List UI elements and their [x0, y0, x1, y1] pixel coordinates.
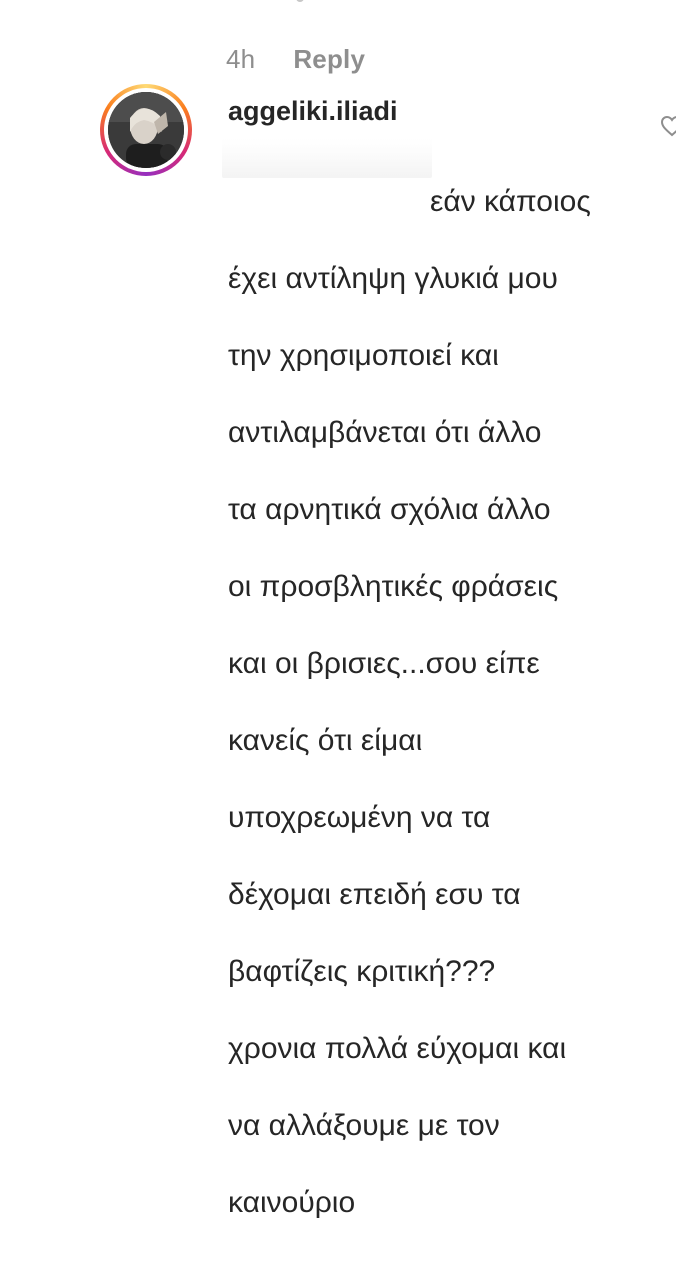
avatar-image	[108, 92, 184, 168]
comment-username[interactable]: aggeliki.iliadi	[228, 96, 398, 127]
comment-line: την χρησιμοποιεί και	[228, 338, 499, 372]
heart-icon[interactable]	[660, 114, 676, 138]
comment-line: τα αρνητικά σχόλια άλλο	[228, 492, 551, 526]
avatar-ring-gap	[104, 88, 188, 172]
comment-text: εάν κάποιος έχει αντίληψη γλυκιά μου την…	[228, 144, 668, 1261]
comment-line: υποχρεωμένη να τα	[228, 800, 491, 834]
comment-cutoff-line	[228, 754, 528, 768]
comment-line: καινούριο	[228, 1185, 356, 1219]
comment-line: βαφτίζεις κριτική???	[228, 954, 496, 988]
comment-line: έχει αντίληψη γλυκιά μου	[228, 261, 558, 295]
comment-line: δέχομαι επειδή εσυ τα	[228, 877, 521, 911]
comment-line: να αλλάξουμε με τον	[228, 1108, 500, 1142]
comment-line: χρονια πολλά εύχομαι και	[228, 1031, 567, 1065]
comment-timestamp: 4h	[226, 44, 256, 74]
comment-line: αντιλαμβάνεται ότι άλλο	[228, 415, 542, 449]
comment-line: εάν κάποιος	[430, 184, 591, 218]
avatar-photo-icon	[108, 92, 184, 168]
avatar[interactable]	[100, 84, 192, 176]
comment-line: και οι βρισιες...σου είπε	[228, 646, 540, 680]
cutoff-text-fragment-icon	[228, 764, 528, 768]
comment-line: οι προσβλητικές φράσεις	[228, 569, 559, 603]
reply-button[interactable]: Reply	[293, 42, 365, 76]
previous-comment-fragment	[296, 0, 304, 2]
previous-comment-meta: 4h Reply	[226, 42, 365, 76]
